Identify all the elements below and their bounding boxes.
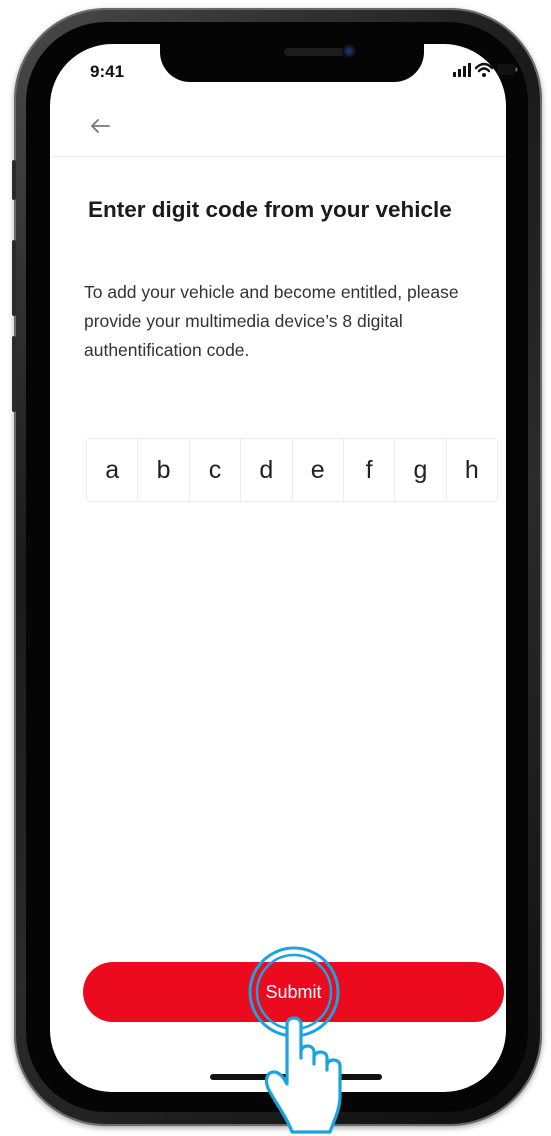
code-digit-field[interactable]: c	[190, 439, 242, 501]
code-digit-field[interactable]: h	[447, 439, 497, 501]
signal-icon	[453, 63, 471, 77]
code-digit-field[interactable]: b	[138, 439, 190, 501]
battery-icon	[497, 64, 518, 75]
volume-up-button	[12, 240, 16, 316]
arrow-left-icon[interactable]	[86, 112, 114, 140]
code-digit-field[interactable]: d	[241, 439, 293, 501]
code-digit-field[interactable]: e	[293, 439, 344, 501]
submit-button[interactable]: Submit	[83, 962, 504, 1022]
wifi-icon	[474, 62, 494, 77]
home-indicator	[210, 1074, 382, 1080]
code-digit-field[interactable]: a	[87, 439, 139, 501]
page-description: To add your vehicle and become entitled,…	[84, 282, 459, 360]
submit-button-label: Submit	[265, 981, 322, 1002]
speaker-grille	[284, 48, 346, 56]
mockup-stage: 9:41 Enter digit code from your vehicle …	[0, 0, 551, 1136]
status-icons	[453, 62, 518, 77]
volume-down-button	[12, 336, 16, 412]
header-divider	[50, 156, 506, 157]
page-title: Enter digit code from your vehicle	[88, 197, 452, 222]
code-input-group: a b c d e f g h	[86, 438, 498, 502]
mute-switch	[12, 160, 16, 200]
code-digit-field[interactable]: g	[395, 439, 447, 501]
notch	[160, 36, 424, 82]
front-camera-icon	[342, 44, 356, 58]
code-digit-field[interactable]: f	[344, 439, 396, 501]
status-time: 9:41	[90, 62, 125, 81]
